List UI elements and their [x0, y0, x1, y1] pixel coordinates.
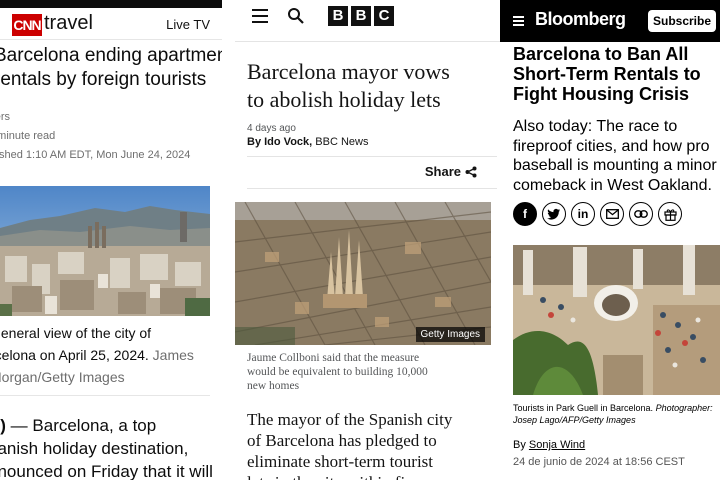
bbc-logo-letter: B — [351, 6, 371, 26]
body-line: nnounced on Friday that it will — [0, 462, 213, 480]
divider — [247, 156, 497, 157]
headline-line: rentals by foreign tourists — [0, 69, 207, 90]
caption-line: General view of the city of — [0, 325, 152, 341]
cnn-header: CNN travel Live TV — [0, 8, 222, 40]
bloomberg-byline: By Sonja Wind — [513, 439, 585, 451]
caption-credit: James — [152, 347, 194, 363]
barcelona-aerial-image: Getty Images — [235, 202, 491, 345]
caption-text: Tourists in Park Guell in Barcelona. — [513, 403, 654, 413]
bloomberg-headline: Barcelona to Ban All Short-Term Rentals … — [513, 44, 720, 104]
divider — [247, 188, 497, 189]
cnn-top-bar — [0, 0, 222, 8]
cnn-section-title[interactable]: travel — [44, 12, 93, 35]
bbc-date: 4 days ago — [247, 123, 296, 134]
caption-line: would be equivalent to building 10,000 — [247, 366, 428, 378]
live-tv-link[interactable]: Live TV — [166, 17, 210, 32]
bbc-headline: Barcelona mayor vows to abolish holiday … — [247, 58, 497, 114]
headline-line: Fight Housing Crisis — [513, 84, 690, 104]
share-icon — [465, 166, 477, 177]
headline-line: to abolish holiday lets — [247, 87, 441, 112]
bbc-logo-letter: B — [328, 6, 348, 26]
share-label: Share — [424, 164, 461, 179]
email-icon[interactable] — [600, 202, 624, 226]
body-line: N) — Barcelona, a top — [0, 414, 222, 437]
bbc-article-panel: B B C Barcelona mayor vows to abolish ho… — [235, 0, 505, 480]
subscribe-button[interactable]: Subscribe — [648, 10, 716, 32]
caption-line: Jaume Collboni said that the measure — [247, 352, 420, 364]
bloomberg-logo[interactable]: Bloomberg — [535, 9, 626, 30]
byline-author: By Ido Vock, — [247, 136, 313, 148]
headline-line: Barcelona ending apartment — [0, 45, 222, 66]
dek-line: Also today: The race to — [513, 118, 678, 135]
caption-photographer-label: Photographer: — [655, 403, 713, 413]
cnn-author[interactable]: rters — [0, 111, 10, 123]
bloomberg-article-panel: Bloomberg Subscribe Barcelona to Ban All… — [500, 0, 720, 480]
author-link[interactable]: Sonja Wind — [529, 439, 585, 451]
bloomberg-dek: Also today: The race to fireproof cities… — [513, 117, 720, 195]
image-credit: Getty Images — [415, 327, 485, 342]
bbc-byline: By Ido Vock, BBC News — [247, 136, 368, 148]
cnn-image-caption: General view of the city of rcelona on A… — [0, 322, 222, 388]
caption-line: new homes — [247, 380, 300, 392]
body-line: lets in the city within five — [247, 472, 502, 480]
bloomberg-header: Bloomberg Subscribe — [500, 0, 720, 42]
gift-icon[interactable] — [658, 202, 682, 226]
caption-line: Josep Lago/AFP/Getty Images — [513, 414, 720, 426]
menu-icon[interactable] — [252, 9, 268, 23]
menu-icon[interactable] — [513, 16, 524, 26]
caption-line: rcelona on April 25, 2024. James — [0, 344, 222, 366]
cnn-published-date: blished 1:10 AM EDT, Mon June 24, 2024 — [0, 149, 191, 161]
cnn-article-panel: CNN travel Live TV Barcelona ending apar… — [0, 0, 222, 480]
bbc-logo[interactable]: B B C — [328, 6, 394, 26]
bbc-header: B B C — [235, 0, 505, 42]
body-line: panish holiday destination, — [0, 439, 189, 458]
search-icon[interactable] — [287, 7, 305, 25]
caption-text: rcelona on April 25, 2024. — [0, 347, 149, 363]
cnn-headline: Barcelona ending apartment rentals by fo… — [0, 44, 222, 92]
caption-credit: Josep Lago/AFP/Getty Images — [513, 415, 636, 425]
headline-line: Barcelona mayor vows — [247, 59, 450, 84]
barcelona-cityscape-image — [0, 186, 210, 316]
byline-prefix: By — [513, 439, 526, 451]
cnn-article-body: N) — Barcelona, a top panish holiday des… — [0, 414, 222, 480]
share-toolbar: f in — [513, 202, 682, 226]
dek-line: fireproof cities, and how pro — [513, 137, 710, 155]
dek-line: comeback in West Oakland. — [513, 176, 712, 194]
link-icon[interactable] — [629, 202, 653, 226]
headline-line: Barcelona to Ban All — [513, 44, 689, 64]
bloomberg-image-caption: Tourists in Park Guell in Barcelona. Pho… — [513, 402, 720, 426]
caption-line: Tourists in Park Guell in Barcelona. Pho… — [513, 402, 720, 414]
divider — [0, 395, 210, 396]
twitter-icon[interactable] — [542, 202, 566, 226]
body-line: of Barcelona has pledged to — [247, 431, 437, 450]
bbc-article-body: The mayor of the Spanish city of Barcelo… — [247, 409, 502, 480]
linkedin-icon[interactable]: in — [571, 202, 595, 226]
body-line: eliminate short-term tourist — [247, 452, 434, 471]
body-line: The mayor of the Spanish city — [247, 410, 453, 429]
bbc-image-caption: Jaume Collboni said that the measure wou… — [247, 351, 492, 393]
byline-outlet: BBC News — [315, 136, 369, 148]
cnn-read-time: 2 minute read — [0, 130, 56, 142]
caption-credit: Morgan/Getty Images — [0, 369, 125, 385]
cnn-logo[interactable]: CNN — [12, 14, 42, 36]
facebook-icon[interactable]: f — [513, 202, 537, 226]
bloomberg-date: 24 de junio de 2024 at 18:56 CEST — [513, 456, 685, 468]
body-text: — Barcelona, a top — [5, 416, 157, 435]
headline-line: Short-Term Rentals to — [513, 64, 701, 84]
bbc-logo-letter: C — [374, 6, 394, 26]
dek-line: baseball is mounting a minor — [513, 157, 717, 174]
park-guell-image — [513, 245, 720, 395]
share-button[interactable]: Share — [425, 164, 477, 179]
